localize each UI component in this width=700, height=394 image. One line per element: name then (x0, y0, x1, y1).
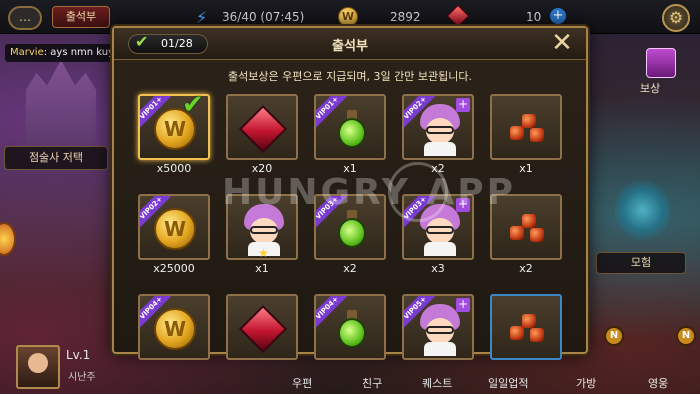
ruby-icon (238, 304, 288, 354)
stamina-bolt-icon: ⚡ (196, 8, 208, 27)
nav-bag[interactable]: 가방 (576, 375, 596, 391)
reward-slot[interactable]: + VIP05+ (402, 294, 474, 360)
reward-day-cell[interactable]: x1 (490, 94, 562, 184)
reward-day-cell[interactable] (490, 294, 562, 384)
reward-slot[interactable]: + VIP02+ (402, 94, 474, 160)
reward-slot[interactable]: VIP01+ (314, 94, 386, 160)
reward-day-cell[interactable] (226, 294, 298, 384)
reward-quantity: x25000 (153, 262, 195, 275)
reward-quantity: x5000 (156, 162, 192, 175)
new-badge-icon: N (604, 326, 624, 346)
ore-icon (508, 312, 548, 346)
gold-coin-icon: W (154, 208, 196, 250)
gold-coin-icon: W (154, 308, 196, 350)
adventure-button[interactable]: 모험 (596, 252, 686, 274)
reward-slot[interactable] (226, 94, 298, 160)
gem-counter: 10 (526, 10, 542, 24)
watermark: HUNGRY APP (222, 172, 517, 213)
watermark-logo (388, 162, 448, 222)
new-badge-icon: N (676, 326, 696, 346)
reward-slot[interactable] (226, 294, 298, 360)
player-name: 시난주 (68, 372, 96, 383)
reward-day-cell[interactable]: VIP04+ (314, 294, 386, 384)
potion-icon (338, 110, 366, 148)
plus-icon: + (456, 297, 470, 312)
add-gems-button[interactable]: + (550, 8, 566, 24)
reward-quantity: x3 (431, 262, 445, 275)
ore-icon (508, 112, 548, 146)
reward-slot[interactable]: VIP04+ (314, 294, 386, 360)
dialog-header: ✔ 01/28 출석부 ✕ (114, 28, 586, 60)
reward-label[interactable]: 보상 (640, 80, 660, 96)
potion-icon (338, 210, 366, 248)
nav-heroes[interactable]: 영웅 (648, 375, 668, 391)
chat-sender: Marvie (10, 47, 44, 58)
portal[interactable] (615, 175, 670, 245)
reward-quantity: x2 (519, 262, 533, 275)
chat-icon[interactable]: … (8, 6, 42, 30)
close-icon[interactable]: ✕ (548, 30, 576, 58)
dialog-title: 출석부 (332, 39, 368, 54)
gold-counter: 2892 (390, 10, 421, 24)
gem-icon (446, 4, 470, 28)
reward-slot[interactable]: W VIP02+ (138, 194, 210, 260)
reward-day-cell[interactable]: + VIP05+ (402, 294, 474, 384)
reward-slot[interactable]: W VIP04+ (138, 294, 210, 360)
reward-day-cell[interactable]: VIP01+ x1 (314, 94, 386, 184)
gear-icon[interactable]: ⚙ (662, 4, 690, 32)
ruby-icon (238, 104, 288, 154)
dialog-subtitle: 출석보상은 우편으로 지급되며, 3일 간만 보관됩니다. (228, 70, 472, 83)
reward-slot[interactable] (490, 94, 562, 160)
attendance-tab[interactable]: 출석부 (52, 6, 110, 28)
reward-chest-icon[interactable] (646, 48, 676, 78)
avatar-face (28, 353, 48, 373)
reward-slot[interactable] (490, 294, 562, 360)
check-icon: ✔ (182, 90, 204, 120)
reward-day-cell[interactable]: x20 (226, 94, 298, 184)
star-icon: ★ (258, 246, 269, 260)
reward-day-cell[interactable]: W VIP01+ ✔ x5000 (138, 90, 210, 184)
reward-day-cell[interactable]: W VIP04+ (138, 294, 210, 384)
player-avatar[interactable] (16, 345, 60, 389)
player-level: Lv.1 (66, 348, 91, 362)
stamina-counter: 36/40 (07:45) (222, 10, 305, 24)
gold-coin-icon: W (338, 7, 358, 27)
fortune-teller-button[interactable]: 점술사 저택 (4, 146, 108, 170)
castle-building[interactable] (26, 60, 96, 145)
reward-quantity: x2 (343, 262, 357, 275)
potion-icon (338, 310, 366, 348)
plus-icon: + (456, 97, 470, 112)
reward-quantity: x1 (255, 262, 269, 275)
reward-day-cell[interactable]: W VIP02+ x25000 (138, 194, 210, 284)
ore-icon (508, 212, 548, 246)
